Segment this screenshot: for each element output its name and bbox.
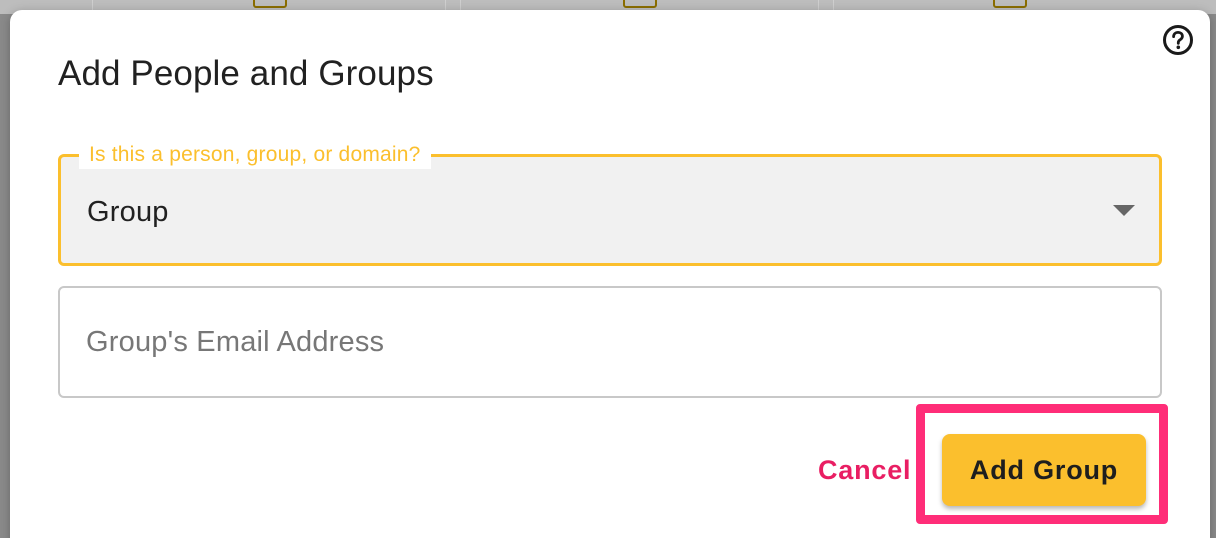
type-select-value: Group — [87, 196, 169, 228]
dialog-title: Add People and Groups — [58, 54, 434, 93]
add-group-button[interactable]: Add Group — [942, 434, 1146, 506]
type-select[interactable]: Is this a person, group, or domain? Grou… — [58, 141, 1162, 266]
dropdown-arrow-icon[interactable] — [1113, 205, 1135, 216]
group-email-input[interactable] — [86, 322, 1126, 362]
background-checkbox — [623, 0, 657, 8]
email-field[interactable] — [58, 286, 1162, 398]
help-circle-icon[interactable] — [1162, 24, 1194, 56]
cancel-button[interactable]: Cancel — [806, 446, 923, 494]
type-select-label: Is this a person, group, or domain? — [79, 141, 431, 169]
background-checkbox — [253, 0, 287, 8]
add-people-dialog: Add People and Groups Is this a person, … — [10, 10, 1210, 538]
background-checkbox — [993, 0, 1027, 8]
